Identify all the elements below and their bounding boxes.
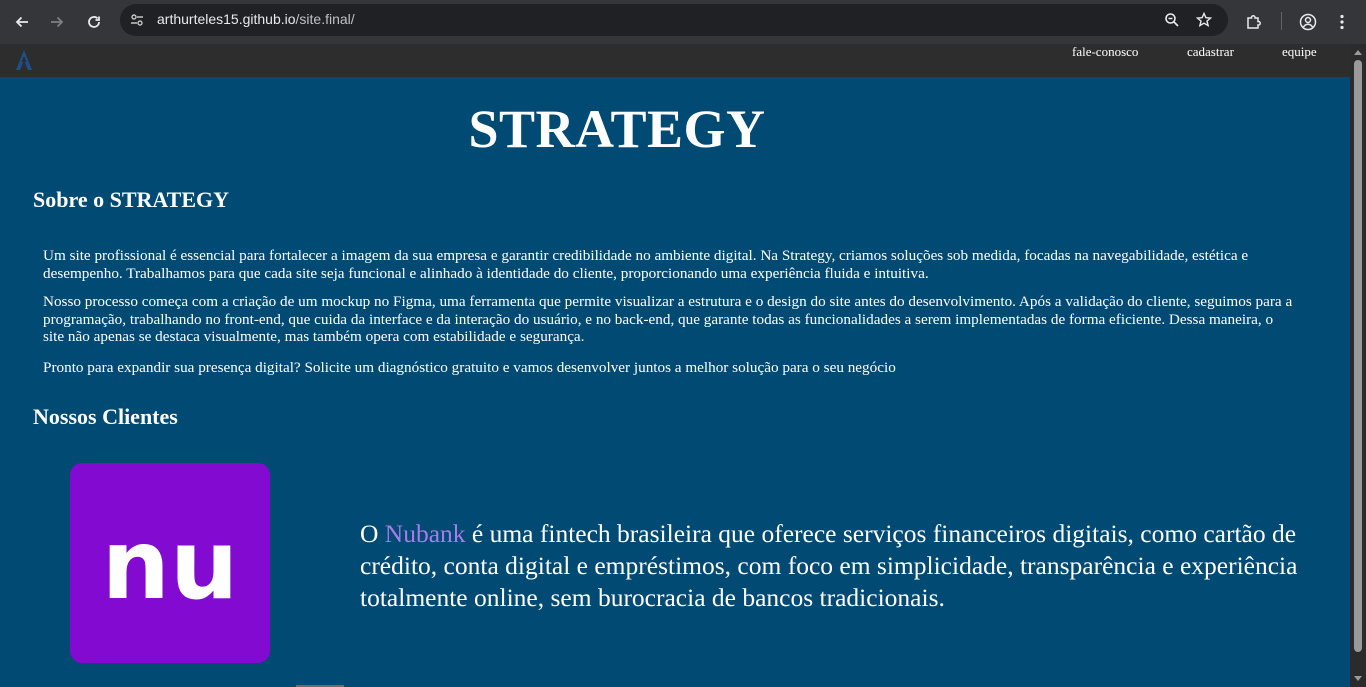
hero-title: STRATEGY <box>468 99 766 159</box>
forward-button[interactable] <box>43 8 71 36</box>
bookmark-button[interactable] <box>1192 8 1216 32</box>
profile-icon <box>1299 13 1317 31</box>
nubank-logo-icon: nu <box>102 509 239 621</box>
arrow-right-icon <box>51 16 64 28</box>
back-button[interactable] <box>8 8 36 36</box>
nubank-logo: nu <box>70 463 270 663</box>
client-brand-name: Nubank <box>384 519 466 548</box>
client-description: O Nubank é uma fintech brasileira que of… <box>360 518 1320 614</box>
url-host: arthurteles15.github.io <box>157 11 296 27</box>
nubank-logo-text: nu <box>102 509 239 621</box>
profile-button[interactable] <box>1294 8 1322 36</box>
site-header: fale-conosco cadastrar equipe <box>0 44 1350 77</box>
about-heading: Sobre o STRATEGY <box>33 187 230 212</box>
nav-link-team[interactable]: equipe <box>1282 44 1317 60</box>
vertical-scrollbar[interactable] <box>1350 44 1366 687</box>
scroll-up-arrow-icon[interactable] <box>1354 50 1362 55</box>
puzzle-icon <box>1247 15 1261 29</box>
about-paragraph-2: Nosso processo começa com a criação de u… <box>43 293 1293 345</box>
strategy-logo-icon[interactable] <box>14 48 34 72</box>
zoom-button[interactable] <box>1160 8 1184 32</box>
clients-heading: Nossos Clientes <box>33 404 178 429</box>
url-text: arthurteles15.github.io/site.final/ <box>157 11 355 27</box>
url-path: /site.final/ <box>295 11 355 27</box>
extensions-button[interactable] <box>1240 8 1268 36</box>
scrollbar-thumb[interactable] <box>1354 60 1362 652</box>
address-bar[interactable]: arthurteles15.github.io/site.final/ <box>120 4 1228 36</box>
scroll-down-arrow-icon[interactable] <box>1354 676 1362 681</box>
kebab-menu-icon <box>1340 14 1344 30</box>
tune-icon <box>131 14 143 26</box>
about-paragraph-1: Um site profissional é essencial para fo… <box>43 247 1249 282</box>
reload-button[interactable] <box>80 8 108 36</box>
nav-link-register[interactable]: cadastrar <box>1187 44 1234 60</box>
nav-link-contact[interactable]: fale-conosco <box>1072 44 1138 60</box>
arrow-left-icon <box>15 16 28 28</box>
star-icon <box>1196 12 1212 28</box>
client-text-body: é uma fintech brasileira que oferece ser… <box>360 519 1298 612</box>
site-info-button[interactable] <box>128 11 146 29</box>
reload-icon <box>88 16 100 28</box>
browser-toolbar: arthurteles15.github.io/site.final/ <box>0 0 1366 44</box>
client-text-prefix: O <box>360 519 385 548</box>
web-page: fale-conosco cadastrar equipe STRATEGY S… <box>0 44 1350 687</box>
zoom-icon <box>1165 13 1179 27</box>
toolbar-separator <box>1281 12 1282 30</box>
browser-menu-button[interactable] <box>1328 8 1356 36</box>
about-paragraph-3: Pronto para expandir sua presença digita… <box>43 359 896 376</box>
